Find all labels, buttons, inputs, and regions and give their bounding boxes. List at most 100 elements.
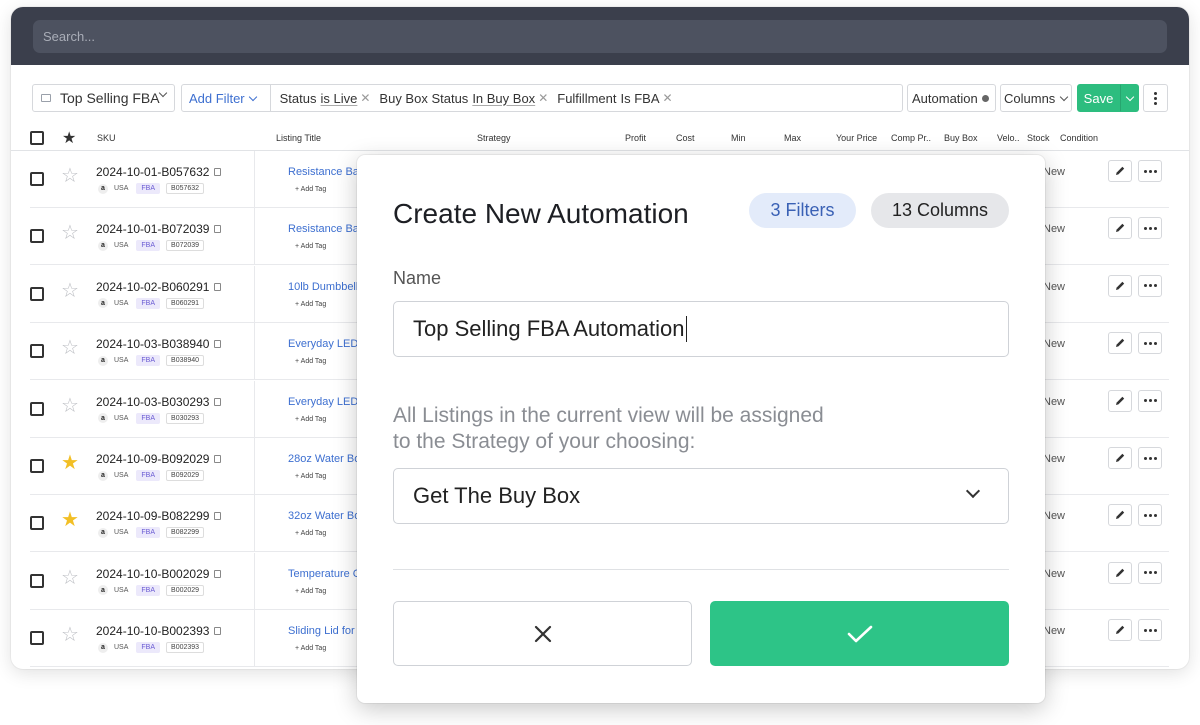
add-tag-button[interactable]: + Add Tag <box>295 186 326 193</box>
save-dropdown-button[interactable] <box>1120 84 1139 112</box>
edit-button[interactable] <box>1108 619 1132 642</box>
confirm-button[interactable] <box>710 601 1009 666</box>
add-tag-button[interactable]: + Add Tag <box>295 645 326 652</box>
edit-button[interactable] <box>1108 217 1132 240</box>
asin-badge[interactable]: B072039 <box>166 240 205 252</box>
star-icon[interactable]: ☆ <box>61 338 79 358</box>
edit-button[interactable] <box>1108 447 1132 469</box>
more-icon[interactable] <box>1138 504 1162 527</box>
filter-chip-buy-box-status[interactable]: Buy Box Status In Buy Box ✕ <box>379 91 548 106</box>
copy-icon[interactable] <box>214 512 222 521</box>
filter-value[interactable]: Is FBA <box>621 91 660 106</box>
column-header-title[interactable]: Listing Title <box>276 133 321 143</box>
star-icon[interactable]: ☆ <box>61 625 79 645</box>
row-checkbox[interactable] <box>30 172 44 186</box>
column-header-comp-price[interactable]: Comp Pr.. <box>891 133 931 143</box>
copy-icon[interactable] <box>214 340 222 349</box>
more-icon[interactable] <box>1138 447 1162 469</box>
star-icon[interactable]: ★ <box>61 510 79 530</box>
copy-icon[interactable] <box>214 455 222 463</box>
close-icon[interactable]: ✕ <box>538 91 548 105</box>
add-tag-button[interactable]: + Add Tag <box>295 530 326 537</box>
copy-icon[interactable] <box>214 168 222 176</box>
columns-count-badge[interactable]: 13 Columns <box>871 193 1009 228</box>
star-icon[interactable]: ☆ <box>61 223 79 243</box>
add-filter-button[interactable]: Add Filter <box>189 91 257 106</box>
star-icon[interactable]: ☆ <box>61 281 79 301</box>
copy-icon[interactable] <box>214 282 222 291</box>
row-checkbox[interactable] <box>30 344 44 359</box>
column-header-max[interactable]: Max <box>784 133 801 143</box>
copy-icon[interactable] <box>214 397 222 406</box>
kebab-icon[interactable] <box>1143 84 1168 112</box>
column-header-sku[interactable]: SKU <box>97 133 116 143</box>
add-tag-button[interactable]: + Add Tag <box>295 301 326 308</box>
more-icon[interactable] <box>1138 389 1162 412</box>
copy-icon[interactable] <box>214 569 222 578</box>
column-header-min[interactable]: Min <box>731 133 746 143</box>
column-header-condition[interactable]: Condition <box>1060 133 1098 143</box>
copy-icon[interactable] <box>214 627 222 636</box>
star-icon[interactable]: ☆ <box>61 166 79 186</box>
automation-button[interactable]: Automation <box>907 84 996 112</box>
edit-button[interactable] <box>1108 332 1132 355</box>
filter-chip-status[interactable]: Status is Live ✕ <box>280 91 371 106</box>
row-checkbox[interactable] <box>30 631 44 646</box>
row-checkbox[interactable] <box>30 286 44 301</box>
column-header-profit[interactable]: Profit <box>625 133 646 143</box>
automation-name-input[interactable]: Top Selling FBA Automation <box>393 301 1009 357</box>
strategy-select[interactable]: Get The Buy Box <box>393 468 1009 524</box>
asin-badge[interactable]: B092029 <box>166 470 205 481</box>
row-checkbox[interactable] <box>30 401 44 416</box>
save-button[interactable]: Save <box>1077 84 1120 112</box>
filter-value[interactable]: is Live <box>321 91 358 106</box>
column-header-buy-box[interactable]: Buy Box <box>944 133 978 143</box>
edit-button[interactable] <box>1108 160 1132 182</box>
column-header-stock[interactable]: Stock <box>1027 133 1050 143</box>
add-tag-button[interactable]: + Add Tag <box>295 358 326 365</box>
add-tag-button[interactable]: + Add Tag <box>295 243 326 250</box>
filter-value[interactable]: In Buy Box <box>472 91 535 106</box>
column-header-your-price[interactable]: Your Price <box>836 133 877 143</box>
select-all-checkbox[interactable] <box>30 131 44 145</box>
star-icon[interactable]: ☆ <box>61 396 79 416</box>
column-header-cost[interactable]: Cost <box>676 133 695 143</box>
more-icon[interactable] <box>1138 561 1162 584</box>
filter-bar[interactable]: Add Filter Status is Live ✕ Buy Box Stat… <box>181 84 903 112</box>
asin-badge[interactable]: B082299 <box>166 527 205 539</box>
view-select[interactable]: Top Selling FBA <box>32 84 175 112</box>
asin-badge[interactable]: B038940 <box>166 355 205 367</box>
more-icon[interactable] <box>1138 160 1162 182</box>
column-header-strategy[interactable]: Strategy <box>477 133 511 143</box>
close-icon[interactable]: ✕ <box>360 91 370 105</box>
row-checkbox[interactable] <box>30 229 44 244</box>
close-icon[interactable]: ✕ <box>663 91 673 105</box>
add-tag-button[interactable]: + Add Tag <box>295 473 326 480</box>
asin-badge[interactable]: B060291 <box>166 297 205 309</box>
edit-button[interactable] <box>1108 389 1132 412</box>
add-tag-button[interactable]: + Add Tag <box>295 588 326 595</box>
more-icon[interactable] <box>1138 332 1162 355</box>
edit-button[interactable] <box>1108 274 1132 297</box>
asin-badge[interactable]: B002029 <box>166 584 205 596</box>
filter-chip-fulfillment[interactable]: Fulfillment Is FBA ✕ <box>557 91 672 106</box>
star-icon[interactable]: ☆ <box>61 568 79 588</box>
columns-button[interactable]: Columns <box>1000 84 1072 112</box>
more-icon[interactable] <box>1138 274 1162 297</box>
more-icon[interactable] <box>1138 217 1162 240</box>
copy-icon[interactable] <box>214 225 222 234</box>
star-icon[interactable]: ★ <box>62 128 76 148</box>
row-checkbox[interactable] <box>30 459 44 473</box>
edit-button[interactable] <box>1108 504 1132 527</box>
asin-badge[interactable]: B002393 <box>166 642 205 654</box>
search-input[interactable]: Search... <box>33 20 1167 53</box>
asin-badge[interactable]: B030293 <box>166 412 205 424</box>
row-checkbox[interactable] <box>30 516 44 531</box>
more-icon[interactable] <box>1138 619 1162 642</box>
asin-badge[interactable]: B057632 <box>166 183 205 194</box>
add-tag-button[interactable]: + Add Tag <box>295 416 326 423</box>
star-icon[interactable]: ★ <box>61 453 79 473</box>
cancel-button[interactable] <box>393 601 692 666</box>
column-header-velocity[interactable]: Velo.. <box>997 133 1020 143</box>
filters-count-badge[interactable]: 3 Filters <box>749 193 856 228</box>
